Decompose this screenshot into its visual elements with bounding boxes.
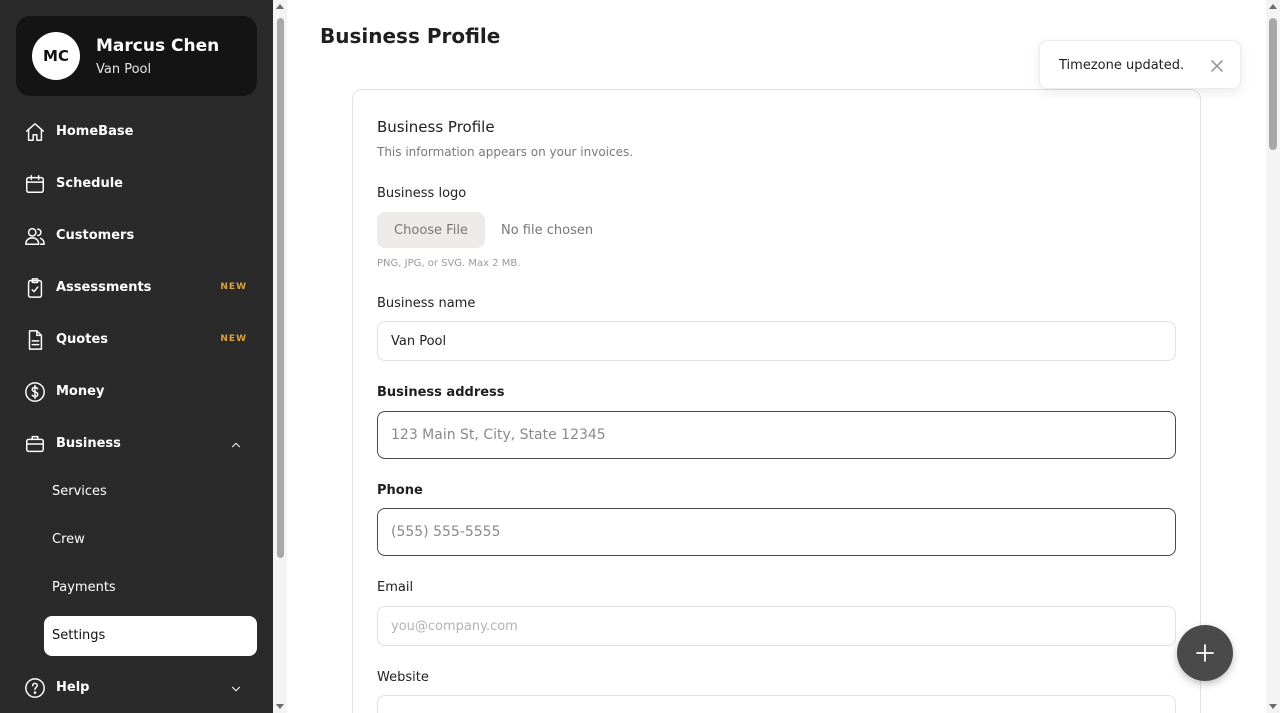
help-icon — [24, 677, 46, 699]
sidebar-item-label: Quotes — [56, 332, 109, 347]
page-scrollbar[interactable] — [1266, 0, 1280, 713]
scroll-up-arrow[interactable] — [1269, 4, 1277, 9]
phone-label: Phone — [377, 483, 423, 498]
toast-notification: Timezone updated. — [1039, 40, 1241, 89]
sidebar-item-business[interactable]: Business — [16, 424, 257, 464]
sidebar-item-quotes[interactable]: Quotes NEW — [16, 320, 257, 360]
add-button[interactable] — [1177, 625, 1233, 681]
sidebar-item-label: Money — [56, 384, 105, 399]
scroll-down-arrow[interactable] — [1269, 704, 1277, 709]
email-input[interactable] — [377, 606, 1176, 646]
card-title: Business Profile — [377, 118, 495, 136]
sidebar-item-customers[interactable]: Customers — [16, 216, 257, 256]
business-address-input[interactable] — [377, 411, 1176, 459]
business-address-label: Business address — [377, 385, 505, 400]
chevron-down-icon[interactable] — [229, 681, 243, 695]
scroll-down-arrow[interactable] — [276, 704, 284, 709]
users-icon — [24, 225, 46, 247]
sidebar-item-label: Customers — [56, 228, 135, 243]
sidebar-subitem-label: Crew — [52, 532, 85, 547]
profile-name: Marcus Chen — [96, 36, 220, 56]
toast-message: Timezone updated. — [1059, 58, 1185, 73]
profile-card[interactable]: MC Marcus Chen Van Pool — [16, 16, 257, 96]
dollar-icon — [24, 381, 46, 403]
calendar-icon — [24, 173, 46, 195]
sidebar-subitem-label: Services — [52, 484, 107, 499]
sidebar-subitem-crew[interactable]: Crew — [44, 520, 257, 560]
business-name-input[interactable] — [377, 321, 1176, 361]
sidebar-item-help[interactable]: Help — [16, 668, 257, 708]
sidebar-scrollbar[interactable] — [273, 0, 287, 713]
sidebar-subitem-payments[interactable]: Payments — [44, 568, 257, 608]
chevron-up-icon[interactable] — [229, 437, 243, 451]
business-logo-label: Business logo — [377, 186, 467, 201]
sidebar: MC Marcus Chen Van Pool HomeBase Schedul… — [0, 0, 273, 713]
sidebar-item-schedule[interactable]: Schedule — [16, 164, 257, 204]
sidebar-item-label: Assessments — [56, 280, 152, 295]
plus-icon — [1196, 644, 1214, 662]
scrollbar-thumb[interactable] — [1269, 18, 1277, 150]
business-profile-card: Business Profile This information appear… — [352, 89, 1201, 713]
sidebar-item-assessments[interactable]: Assessments NEW — [16, 268, 257, 308]
sidebar-item-label: Schedule — [56, 176, 123, 191]
file-hint: PNG, JPG, or SVG. Max 2 MB. — [377, 258, 521, 269]
file-status: No file chosen — [501, 223, 594, 238]
website-input[interactable] — [377, 695, 1176, 713]
sidebar-item-money[interactable]: Money — [16, 372, 257, 412]
sidebar-item-label: Help — [56, 680, 90, 695]
sidebar-subitem-services[interactable]: Services — [44, 472, 257, 512]
email-label: Email — [377, 580, 414, 595]
sidebar-subitem-label: Settings — [52, 628, 106, 643]
sidebar-subitem-settings[interactable]: Settings — [44, 616, 257, 656]
home-icon — [24, 121, 46, 143]
page-title: Business Profile — [320, 24, 501, 48]
close-icon[interactable] — [1210, 58, 1224, 72]
phone-input[interactable] — [377, 508, 1176, 556]
website-label: Website — [377, 670, 429, 685]
new-badge: NEW — [220, 334, 247, 344]
document-icon — [24, 329, 46, 351]
new-badge: NEW — [220, 282, 247, 292]
sidebar-subitem-label: Payments — [52, 580, 116, 595]
avatar: MC — [32, 32, 80, 80]
profile-business-name: Van Pool — [96, 62, 152, 77]
briefcase-icon — [24, 433, 46, 455]
scroll-up-arrow[interactable] — [276, 4, 284, 9]
clipboard-icon — [24, 277, 46, 299]
sidebar-item-label: HomeBase — [56, 124, 134, 139]
card-subtitle: This information appears on your invoice… — [377, 145, 634, 159]
business-name-label: Business name — [377, 296, 476, 311]
sidebar-item-label: Business — [56, 436, 121, 451]
choose-file-button[interactable]: Choose File — [377, 212, 485, 248]
scrollbar-thumb[interactable] — [277, 18, 284, 558]
sidebar-item-homebase[interactable]: HomeBase — [16, 112, 257, 152]
